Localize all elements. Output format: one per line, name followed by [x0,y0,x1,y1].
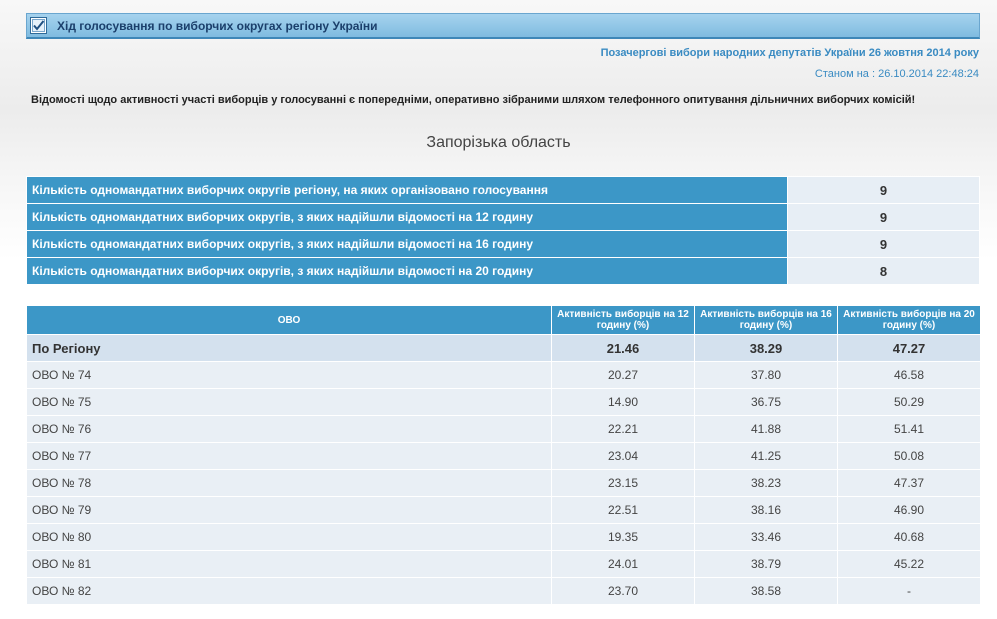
turnout-12h: 23.15 [551,469,695,497]
turnout-table: ОВО Активність виборців на 12 годину (%)… [26,305,981,605]
summary-value: 9 [787,203,980,231]
turnout-16h: 38.79 [694,550,838,578]
election-title: Позачергові вибори народних депутатів Ук… [600,47,979,59]
region-title: Запорізька область [426,134,571,151]
table-row: ОВО № 74 20.27 37.80 46.58 [26,361,981,389]
table-row: ОВО № 77 23.04 41.25 50.08 [26,442,981,470]
turnout-16h: 41.88 [694,415,838,443]
turnout-16h: 38.58 [694,577,838,605]
table-row: ОВО № 80 19.35 33.46 40.68 [26,523,981,551]
summary-table: Кількість одномандатних виборчих округів… [26,176,980,285]
summary-value: 9 [787,230,980,258]
column-header-20h[interactable]: Активність виборців на 20 годину (%) [837,305,981,335]
table-row: ОВО № 75 14.90 36.75 50.29 [26,388,981,416]
turnout-16h: 36.75 [694,388,838,416]
turnout-20h: 47.27 [837,334,981,362]
summary-row: Кількість одномандатних виборчих округів… [26,203,980,231]
turnout-12h: 23.04 [551,442,695,470]
summary-row: Кількість одномандатних виборчих округів… [26,257,980,285]
table-row: ОВО № 81 24.01 38.79 45.22 [26,550,981,578]
district-name: ОВО № 80 [26,523,552,551]
turnout-20h: 51.41 [837,415,981,443]
status-timestamp: Станом на : 26.10.2014 22:48:24 [814,68,979,80]
turnout-20h: 46.58 [837,361,981,389]
district-name: ОВО № 81 [26,550,552,578]
column-header-12h[interactable]: Активність виборців на 12 годину (%) [551,305,695,335]
page-title: Хід голосування по виборчих округах регі… [57,19,378,33]
turnout-20h: 47.37 [837,469,981,497]
summary-value: 9 [787,176,980,204]
table-row: ОВО № 78 23.15 38.23 47.37 [26,469,981,497]
summary-value: 8 [787,257,980,285]
table-row: ОВО № 76 22.21 41.88 51.41 [26,415,981,443]
summary-label: Кількість одномандатних виборчих округів… [26,230,788,258]
checkbox-icon [30,17,47,34]
page-title-bar: Хід голосування по виборчих округах регі… [26,13,980,39]
turnout-12h: 23.70 [551,577,695,605]
turnout-20h: 50.29 [837,388,981,416]
turnout-20h: 40.68 [837,523,981,551]
district-name: ОВО № 77 [26,442,552,470]
district-name: ОВО № 79 [26,496,552,524]
turnout-12h: 22.51 [551,496,695,524]
turnout-12h: 21.46 [551,334,695,362]
disclaimer-notice: Відомості щодо активності участі виборці… [31,94,916,106]
turnout-16h: 41.25 [694,442,838,470]
district-name: ОВО № 75 [26,388,552,416]
turnout-16h: 38.16 [694,496,838,524]
table-header-row: ОВО Активність виборців на 12 годину (%)… [26,305,981,335]
summary-label: Кількість одномандатних виборчих округів… [26,176,788,204]
summary-label: Кількість одномандатних виборчих округів… [26,257,788,285]
region-total-row: По Регіону 21.46 38.29 47.27 [26,334,981,362]
district-name: ОВО № 78 [26,469,552,497]
turnout-12h: 14.90 [551,388,695,416]
summary-row: Кількість одномандатних виборчих округів… [26,176,980,204]
column-header-16h[interactable]: Активність виборців на 16 годину (%) [694,305,838,335]
turnout-12h: 24.01 [551,550,695,578]
turnout-16h: 37.80 [694,361,838,389]
district-name: ОВО № 74 [26,361,552,389]
turnout-12h: 19.35 [551,523,695,551]
summary-row: Кількість одномандатних виборчих округів… [26,230,980,258]
turnout-12h: 20.27 [551,361,695,389]
turnout-20h: 50.08 [837,442,981,470]
turnout-20h: - [837,577,981,605]
turnout-16h: 33.46 [694,523,838,551]
district-name: ОВО № 76 [26,415,552,443]
turnout-20h: 46.90 [837,496,981,524]
district-name: По Регіону [26,334,552,362]
turnout-20h: 45.22 [837,550,981,578]
table-row: ОВО № 79 22.51 38.16 46.90 [26,496,981,524]
table-row: ОВО № 82 23.70 38.58 - [26,577,981,605]
turnout-16h: 38.23 [694,469,838,497]
summary-label: Кількість одномандатних виборчих округів… [26,203,788,231]
column-header-ovo[interactable]: ОВО [26,305,552,335]
turnout-12h: 22.21 [551,415,695,443]
district-name: ОВО № 82 [26,577,552,605]
turnout-16h: 38.29 [694,334,838,362]
